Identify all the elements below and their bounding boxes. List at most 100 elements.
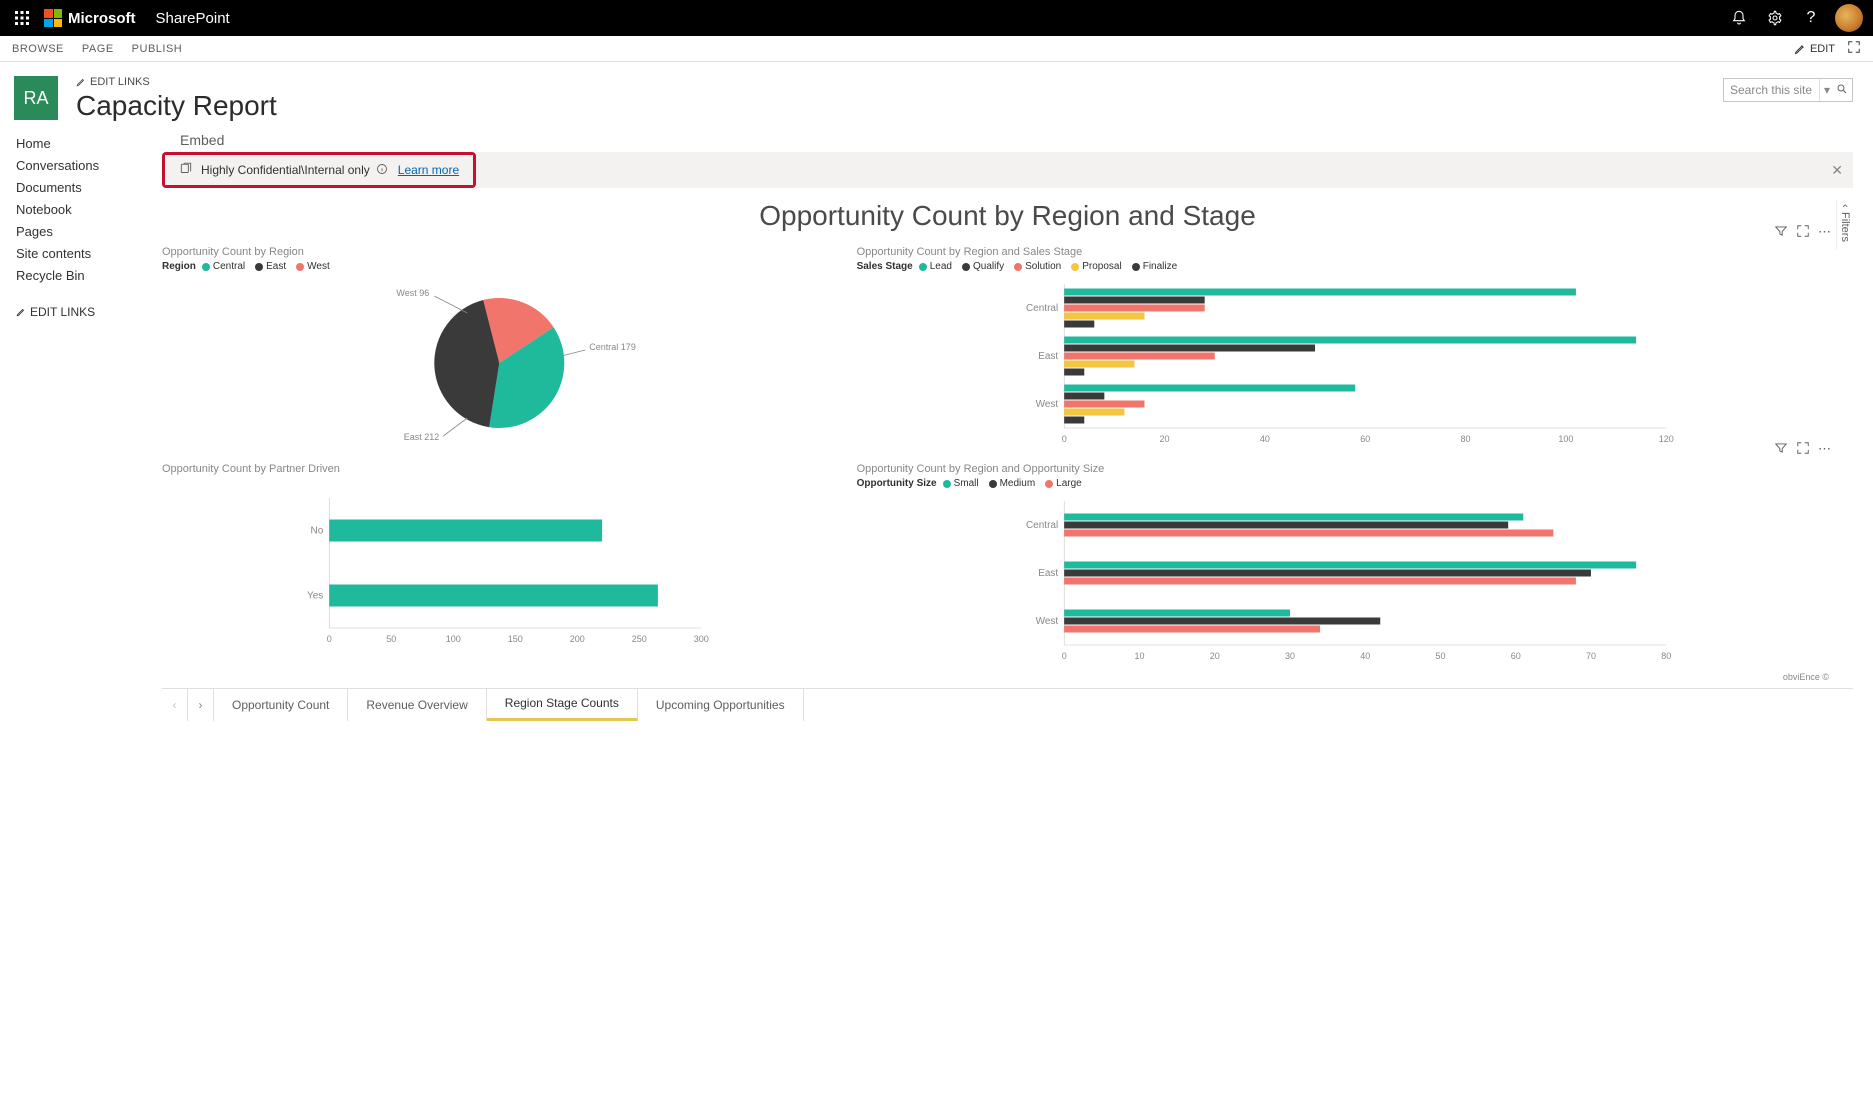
svg-text:80: 80 xyxy=(1460,434,1470,444)
svg-text:0: 0 xyxy=(327,634,332,644)
svg-text:Yes: Yes xyxy=(307,591,323,602)
sensitivity-label: Highly Confidential\Internal only xyxy=(201,163,370,177)
nav-recycle-bin[interactable]: Recycle Bin xyxy=(16,268,150,283)
product-name[interactable]: SharePoint xyxy=(156,10,230,27)
svg-text:40: 40 xyxy=(1360,651,1370,661)
more-icon[interactable]: ⋯ xyxy=(1818,224,1831,241)
svg-text:10: 10 xyxy=(1134,651,1144,661)
nav-documents[interactable]: Documents xyxy=(16,180,150,195)
report-canvas: ‹ Filters Opportunity Count by Region an… xyxy=(162,200,1853,720)
filters-pane-toggle[interactable]: ‹ Filters xyxy=(1836,200,1853,250)
focus-mode-icon[interactable] xyxy=(1847,40,1861,57)
user-avatar[interactable] xyxy=(1835,4,1863,32)
svg-text:250: 250 xyxy=(632,634,647,644)
legend-region: Region Central East West xyxy=(162,261,837,272)
report-credit: obviEnce © xyxy=(162,672,1853,682)
search-icon[interactable] xyxy=(1834,83,1850,98)
focus-icon[interactable] xyxy=(1796,441,1810,458)
svg-text:Central 179: Central 179 xyxy=(589,342,636,352)
microsoft-logo-icon xyxy=(44,9,62,27)
nav-home[interactable]: Home xyxy=(16,136,150,151)
svg-text:West: West xyxy=(1035,616,1058,627)
close-icon[interactable]: ✕ xyxy=(1831,162,1843,179)
viz-bar-oppsize[interactable]: ⋯ Opportunity Count by Region and Opport… xyxy=(857,459,1831,668)
filter-icon[interactable] xyxy=(1774,441,1788,458)
svg-text:60: 60 xyxy=(1510,651,1520,661)
svg-text:100: 100 xyxy=(1558,434,1573,444)
ribbon-tab-publish[interactable]: PUBLISH xyxy=(132,43,183,55)
more-icon[interactable]: ⋯ xyxy=(1818,441,1831,458)
svg-text:150: 150 xyxy=(508,634,523,644)
notifications-icon[interactable] xyxy=(1721,0,1757,36)
ribbon: BROWSE PAGE PUBLISH EDIT xyxy=(0,36,1873,62)
pencil-icon xyxy=(1794,43,1806,55)
report-page-tabs: ‹ › Opportunity Count Revenue Overview R… xyxy=(162,688,1853,720)
site-logo[interactable]: RA xyxy=(14,76,58,120)
svg-text:West: West xyxy=(1035,399,1058,410)
search-input[interactable]: Search this site ▾ xyxy=(1723,78,1853,102)
svg-text:20: 20 xyxy=(1159,434,1169,444)
svg-text:0: 0 xyxy=(1061,434,1066,444)
pencil-icon xyxy=(76,77,86,87)
tab-next-button[interactable]: › xyxy=(188,689,214,721)
page-title: Capacity Report xyxy=(76,90,277,122)
svg-text:100: 100 xyxy=(446,634,461,644)
svg-text:West 96: West 96 xyxy=(396,288,429,298)
svg-text:70: 70 xyxy=(1586,651,1596,661)
tab-revenue-overview[interactable]: Revenue Overview xyxy=(348,689,486,721)
svg-text:50: 50 xyxy=(1435,651,1445,661)
tab-upcoming-opportunities[interactable]: Upcoming Opportunities xyxy=(638,689,804,721)
nav-pages[interactable]: Pages xyxy=(16,224,150,239)
settings-icon[interactable] xyxy=(1757,0,1793,36)
viz-bar-region-stage[interactable]: ⋯ Opportunity Count by Region and Sales … xyxy=(857,242,1831,451)
svg-text:East: East xyxy=(1038,351,1058,362)
edit-page-button[interactable]: EDIT xyxy=(1794,43,1835,55)
search-scope-dropdown-icon[interactable]: ▾ xyxy=(1819,79,1834,101)
svg-text:East 212: East 212 xyxy=(404,432,440,442)
svg-text:No: No xyxy=(310,526,323,537)
svg-text:0: 0 xyxy=(1061,651,1066,661)
svg-text:20: 20 xyxy=(1209,651,1219,661)
legend-size: Opportunity Size Small Medium Large xyxy=(857,478,1831,489)
help-icon[interactable]: ? xyxy=(1793,0,1829,36)
pie-chart: West 96 Central 179 East 212 xyxy=(162,278,837,448)
svg-text:50: 50 xyxy=(386,634,396,644)
svg-text:80: 80 xyxy=(1661,651,1671,661)
info-icon[interactable] xyxy=(376,163,388,178)
svg-text:300: 300 xyxy=(694,634,709,644)
nav-site-contents[interactable]: Site contents xyxy=(16,246,150,261)
tab-prev-button[interactable]: ‹ xyxy=(162,689,188,721)
svg-text:120: 120 xyxy=(1658,434,1673,444)
ribbon-tab-page[interactable]: PAGE xyxy=(82,43,114,55)
nav-notebook[interactable]: Notebook xyxy=(16,202,150,217)
sensitivity-icon xyxy=(179,162,193,179)
filter-icon[interactable] xyxy=(1774,224,1788,241)
ribbon-tab-browse[interactable]: BROWSE xyxy=(12,43,64,55)
svg-text:40: 40 xyxy=(1259,434,1269,444)
viz-pie-region[interactable]: Opportunity Count by Region Region Centr… xyxy=(162,242,837,451)
learn-more-link[interactable]: Learn more xyxy=(398,163,459,177)
report-title: Opportunity Count by Region and Stage xyxy=(162,200,1853,232)
bar-chart: 0 20 40 60 80 100 120 Central East West xyxy=(857,278,1831,448)
tab-opportunity-count[interactable]: Opportunity Count xyxy=(214,689,348,721)
focus-icon[interactable] xyxy=(1796,224,1810,241)
legend-stage: Sales Stage Lead Qualify Solution Propos… xyxy=(857,261,1831,272)
suite-bar: Microsoft SharePoint ? xyxy=(0,0,1873,36)
app-launcher-icon[interactable] xyxy=(4,0,40,36)
edit-links-nav[interactable]: EDIT LINKS xyxy=(16,305,150,319)
edit-links-top[interactable]: EDIT LINKS xyxy=(76,76,277,88)
nav-conversations[interactable]: Conversations xyxy=(16,158,150,173)
svg-text:60: 60 xyxy=(1360,434,1370,444)
svg-text:East: East xyxy=(1038,568,1058,579)
svg-text:200: 200 xyxy=(570,634,585,644)
svg-text:30: 30 xyxy=(1285,651,1295,661)
page-header: RA EDIT LINKS Capacity Report Search thi… xyxy=(0,62,1873,122)
left-nav: Home Conversations Documents Notebook Pa… xyxy=(0,122,150,730)
chevron-left-icon: ‹ xyxy=(1839,204,1851,208)
viz-bar-partner[interactable]: Opportunity Count by Partner Driven 0501… xyxy=(162,459,837,668)
brand: Microsoft xyxy=(44,9,136,27)
sensitivity-callout: Highly Confidential\Internal only Learn … xyxy=(162,152,476,188)
svg-text:Central: Central xyxy=(1026,303,1058,314)
bar-chart: 0 50 100 150 200 250 300 No Yes xyxy=(162,478,837,648)
tab-region-stage-counts[interactable]: Region Stage Counts xyxy=(487,689,638,721)
